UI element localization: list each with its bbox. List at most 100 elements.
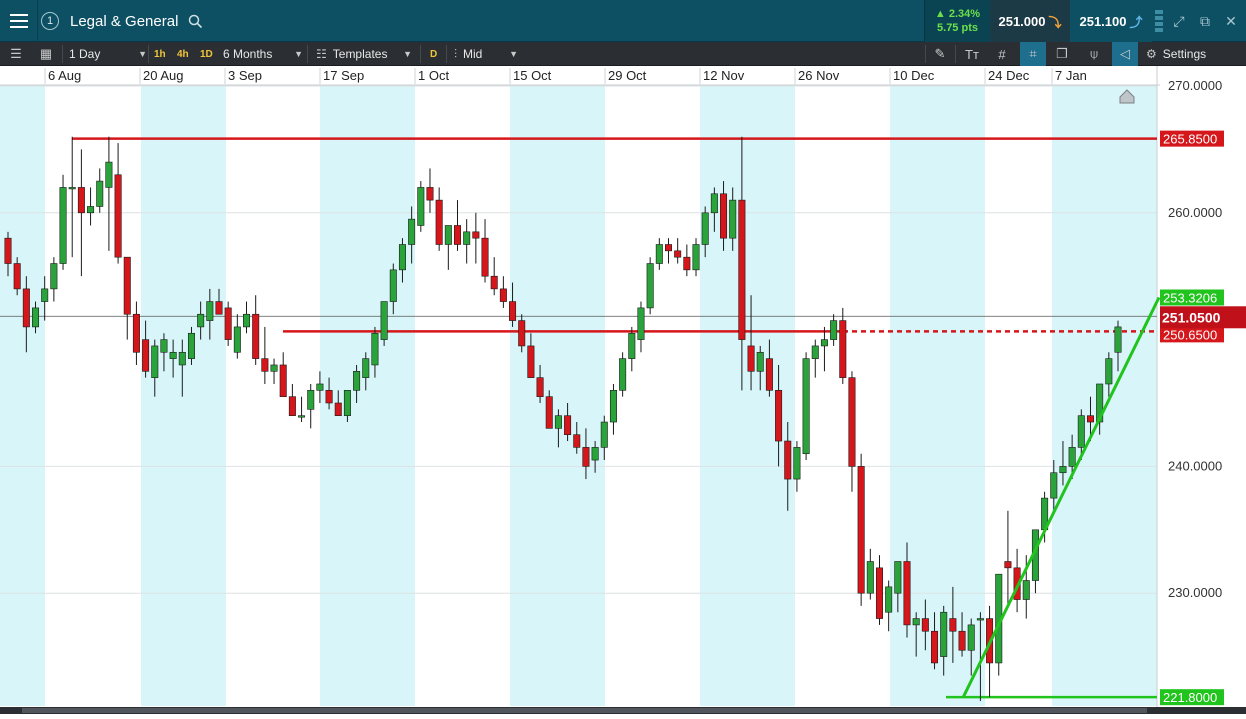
candle-body	[22, 288, 30, 328]
interval-select[interactable]: 1 Day ▼	[69, 42, 147, 66]
candle-body	[710, 193, 718, 214]
date-tick-label: 15 Oct	[513, 68, 552, 83]
buy-button[interactable]: 251.100 ⤴	[1070, 0, 1152, 42]
price-tick-label: 230.0000	[1168, 585, 1222, 600]
draw-button[interactable]: ✎	[928, 42, 952, 66]
candle-body	[692, 244, 700, 271]
candle-body	[509, 301, 517, 321]
candle-body	[298, 415, 306, 418]
chart-area[interactable]: 6 Aug 20 Aug 3 Sep 17 Sep 1 Oct 15 Oct 29 Oct 1…	[0, 66, 1246, 714]
templates-label: Templates	[332, 47, 388, 61]
copy-button[interactable]: ❐	[1050, 42, 1074, 66]
candle-body	[591, 447, 599, 461]
candle-body	[931, 630, 939, 664]
expand-icon: ⤢	[1173, 12, 1185, 29]
candle-body	[765, 358, 773, 391]
tag-icon: ◁	[1120, 46, 1130, 61]
date-tick-label: 10 Dec	[893, 68, 935, 83]
candle-body	[674, 250, 682, 258]
candle-body	[1105, 358, 1113, 385]
settings-button[interactable]: ⚙ Settings	[1146, 42, 1206, 66]
date-tick-label: 29 Oct	[608, 68, 647, 83]
period-band	[0, 85, 45, 706]
grid-button[interactable]: #	[990, 42, 1014, 66]
pencil-icon: ✎	[934, 46, 946, 61]
range-select[interactable]: 6 Months ▼	[223, 42, 303, 66]
price-chart[interactable]: 6 Aug 20 Aug 3 Sep 17 Sep 1 Oct 15 Oct 29 Oct 1…	[0, 66, 1246, 714]
sell-price: 251.000	[998, 13, 1046, 29]
candle-body	[206, 301, 214, 321]
candle-body	[664, 244, 672, 252]
price-change: ▲ 2.34% 5.75 pts	[924, 0, 990, 42]
candle-body	[820, 339, 828, 347]
signal-icon	[1153, 0, 1165, 42]
candle-body	[793, 447, 801, 480]
candle-body	[720, 193, 728, 239]
candle-body	[59, 187, 67, 264]
candle-body	[87, 206, 95, 214]
expand-button[interactable]: ⤢	[1166, 0, 1192, 42]
candle-body	[50, 263, 58, 290]
menu-icon	[9, 20, 28, 22]
info-button[interactable]: 1	[38, 0, 62, 42]
candle-body	[279, 364, 287, 397]
candle-body	[1077, 415, 1085, 448]
timeframe-4h[interactable]: 4h	[177, 42, 189, 66]
close-button[interactable]: ✕	[1218, 0, 1244, 42]
candle-body	[573, 434, 581, 448]
candle-body	[417, 187, 425, 226]
candle-body	[940, 611, 948, 657]
tag-button[interactable]: ◁	[1112, 42, 1138, 66]
candle-body	[408, 218, 416, 245]
sell-button[interactable]: 251.000 ⤵	[990, 0, 1070, 42]
period-band	[320, 85, 415, 706]
price-type-select[interactable]: ⫶ Mid ▼	[454, 42, 518, 66]
chevron-down-icon: ▼	[403, 49, 412, 59]
text-size-button[interactable]: Tт	[960, 42, 984, 66]
close-icon: ✕	[1225, 12, 1237, 29]
candle-body	[1068, 447, 1076, 467]
candle	[59, 174, 67, 270]
layout-button[interactable]: ▦	[34, 42, 58, 66]
candle-body	[481, 237, 489, 277]
copy-icon: ❐	[1056, 46, 1068, 61]
candle-body	[628, 332, 636, 359]
candle-body	[1114, 326, 1122, 353]
list-button[interactable]: ☰	[4, 42, 28, 66]
d-button[interactable]: D	[430, 42, 437, 66]
candle-body	[197, 313, 205, 328]
change-percent: ▲ 2.34%	[934, 8, 981, 20]
date-tick-label: 7 Jan	[1055, 68, 1087, 83]
crosshair-button[interactable]: ⌗	[1020, 42, 1046, 66]
candle-body	[756, 351, 764, 372]
candle	[417, 181, 425, 232]
candle-body	[921, 618, 929, 632]
candle-body	[912, 618, 920, 626]
templates-select[interactable]: ☷ Templates ▼	[316, 42, 412, 66]
candle-body	[564, 415, 572, 435]
change-points: 5.75 pts	[937, 22, 978, 34]
timeframe-1d[interactable]: 1D	[200, 42, 213, 66]
search-button[interactable]	[186, 0, 204, 42]
timeframe-1h[interactable]: 1h	[154, 42, 166, 66]
candle-body	[527, 345, 535, 378]
candle-body	[426, 187, 434, 201]
candle-body	[4, 237, 12, 264]
candle-body	[1022, 580, 1030, 600]
settings-label: Settings	[1162, 47, 1207, 61]
candle-body	[123, 256, 131, 315]
interval-value: 1 Day	[69, 47, 101, 61]
indicator-button[interactable]: ⍦	[1082, 42, 1106, 66]
popout-button[interactable]: ⧉	[1192, 0, 1218, 42]
search-icon	[188, 14, 202, 28]
price-tick-label: 240.0000	[1168, 458, 1222, 473]
instrument-header: 1 Legal & General ▲ 2.34% 5.75 pts 251.0…	[0, 0, 1246, 42]
candle-body	[325, 390, 333, 404]
candle-body	[802, 358, 810, 455]
menu-button[interactable]	[0, 0, 38, 42]
candle-body	[68, 187, 76, 190]
candle-body	[233, 326, 241, 353]
period-band	[510, 85, 605, 706]
candle-body	[472, 231, 480, 239]
candle	[857, 453, 865, 606]
